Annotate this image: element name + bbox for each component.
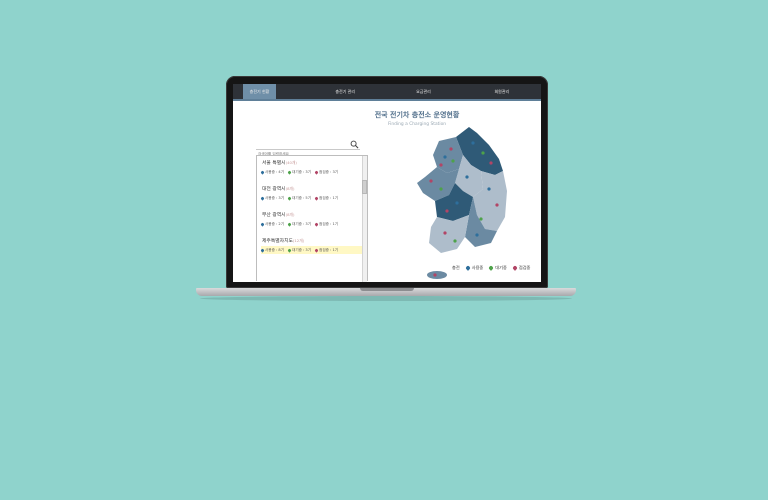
in-use-count: 사용중 : 4기 bbox=[265, 169, 285, 174]
pin-green-icon bbox=[488, 265, 495, 271]
waiting-count: 대기중 : 3기 bbox=[292, 221, 312, 226]
list-item[interactable]: 서울 특별시(40개) 사용중 : 4기 대기중 : 3기 점검중 : 3기 bbox=[257, 156, 365, 180]
inspect-count: 점검중 : 1기 bbox=[319, 221, 339, 226]
map-legend: 충전 사용중 대기중 점검중 bbox=[452, 264, 530, 272]
pin-green-icon bbox=[287, 169, 292, 175]
region-name: 부산 광역시 bbox=[262, 213, 286, 218]
region-count: (8개) bbox=[285, 212, 295, 217]
inspect-count: 점검중 : 1기 bbox=[319, 195, 339, 200]
list-item[interactable]: 부산 광역시(8개) 사용중 : 2기 대기중 : 3기 점검중 : 1기 bbox=[257, 208, 365, 232]
legend-label: 충전 bbox=[452, 265, 460, 270]
waiting-count: 대기중 : 3기 bbox=[292, 247, 312, 252]
nav-item-member-management[interactable]: 회원관리 bbox=[463, 84, 541, 99]
in-use-count: 사용중 : 2기 bbox=[265, 221, 285, 226]
nav-item-charger-status[interactable]: 충전기 현황 bbox=[243, 84, 276, 99]
search-icon[interactable] bbox=[350, 140, 359, 149]
legend-waiting: 대기중 bbox=[495, 265, 507, 270]
in-use-count: 사용중 : 3기 bbox=[265, 195, 285, 200]
legend-inspect: 점검중 bbox=[518, 265, 531, 270]
laptop-shadow bbox=[200, 296, 572, 301]
pin-red-icon bbox=[512, 265, 518, 271]
korea-map[interactable] bbox=[411, 119, 511, 282]
pin-green-icon bbox=[287, 221, 292, 227]
waiting-count: 대기중 : 3기 bbox=[292, 169, 312, 174]
region-stats: 사용중 : 2기 대기중 : 3기 점검중 : 1기 bbox=[260, 220, 365, 228]
nav-item-charger-management[interactable]: 충전기 관리 bbox=[306, 84, 384, 99]
nav-item-fee-management[interactable]: 요금관리 bbox=[384, 84, 462, 99]
legend-in-use: 사용중 bbox=[471, 265, 484, 270]
region-name: 제주특별자치도 bbox=[262, 239, 293, 244]
pin-red-icon bbox=[314, 195, 319, 201]
inspect-count: 점검중 : 1기 bbox=[319, 247, 339, 252]
pin-red-icon bbox=[314, 247, 319, 253]
station-list: 서울 특별시(40개) 사용중 : 4기 대기중 : 3기 점검중 : 3기 대… bbox=[256, 155, 368, 282]
region-count: (12개) bbox=[292, 238, 305, 243]
region-name: 서울 특별시 bbox=[262, 161, 286, 166]
pin-blue-icon bbox=[260, 247, 265, 253]
pin-blue-icon bbox=[260, 169, 265, 175]
laptop-screen: 충전기 현황 충전기 관리 요금관리 회원관리 전국 전기차 충전소 운영현황 … bbox=[233, 84, 541, 282]
list-item[interactable]: 대전 광역시(8개) 사용중 : 3기 대기중 : 5기 점검중 : 1기 bbox=[257, 182, 365, 206]
region-count: (8개) bbox=[285, 186, 295, 191]
pin-red-icon bbox=[314, 221, 319, 227]
in-use-count: 사용중 : 8기 bbox=[265, 247, 285, 252]
inspect-count: 점검중 : 3기 bbox=[319, 169, 339, 174]
waiting-count: 대기중 : 5기 bbox=[292, 195, 312, 200]
scroll-thumb[interactable] bbox=[362, 180, 367, 194]
list-scrollbar[interactable] bbox=[362, 156, 367, 282]
top-navigation: 충전기 현황 충전기 관리 요금관리 회원관리 bbox=[233, 84, 541, 99]
pin-blue-icon bbox=[260, 221, 265, 227]
region-stats: 사용중 : 8기 대기중 : 3기 점검중 : 1기 bbox=[260, 246, 365, 254]
pin-red-icon bbox=[314, 169, 319, 175]
region-stats: 사용중 : 3기 대기중 : 5기 점검중 : 1기 bbox=[260, 194, 365, 202]
pin-green-icon bbox=[287, 195, 292, 201]
pin-green-icon bbox=[287, 247, 292, 253]
laptop-notch bbox=[360, 288, 414, 291]
region-name: 대전 광역시 bbox=[262, 187, 286, 192]
region-stats: 사용중 : 4기 대기중 : 3기 점검중 : 3기 bbox=[260, 168, 365, 176]
search-box bbox=[256, 140, 360, 158]
region-count: (40개) bbox=[285, 160, 297, 165]
pin-blue-icon bbox=[260, 195, 265, 201]
nav-divider bbox=[233, 99, 541, 101]
list-item[interactable]: 제주특별자치도(12개) 사용중 : 8기 대기중 : 3기 점검중 : 1기 bbox=[257, 234, 365, 258]
pin-blue-icon bbox=[464, 265, 471, 271]
